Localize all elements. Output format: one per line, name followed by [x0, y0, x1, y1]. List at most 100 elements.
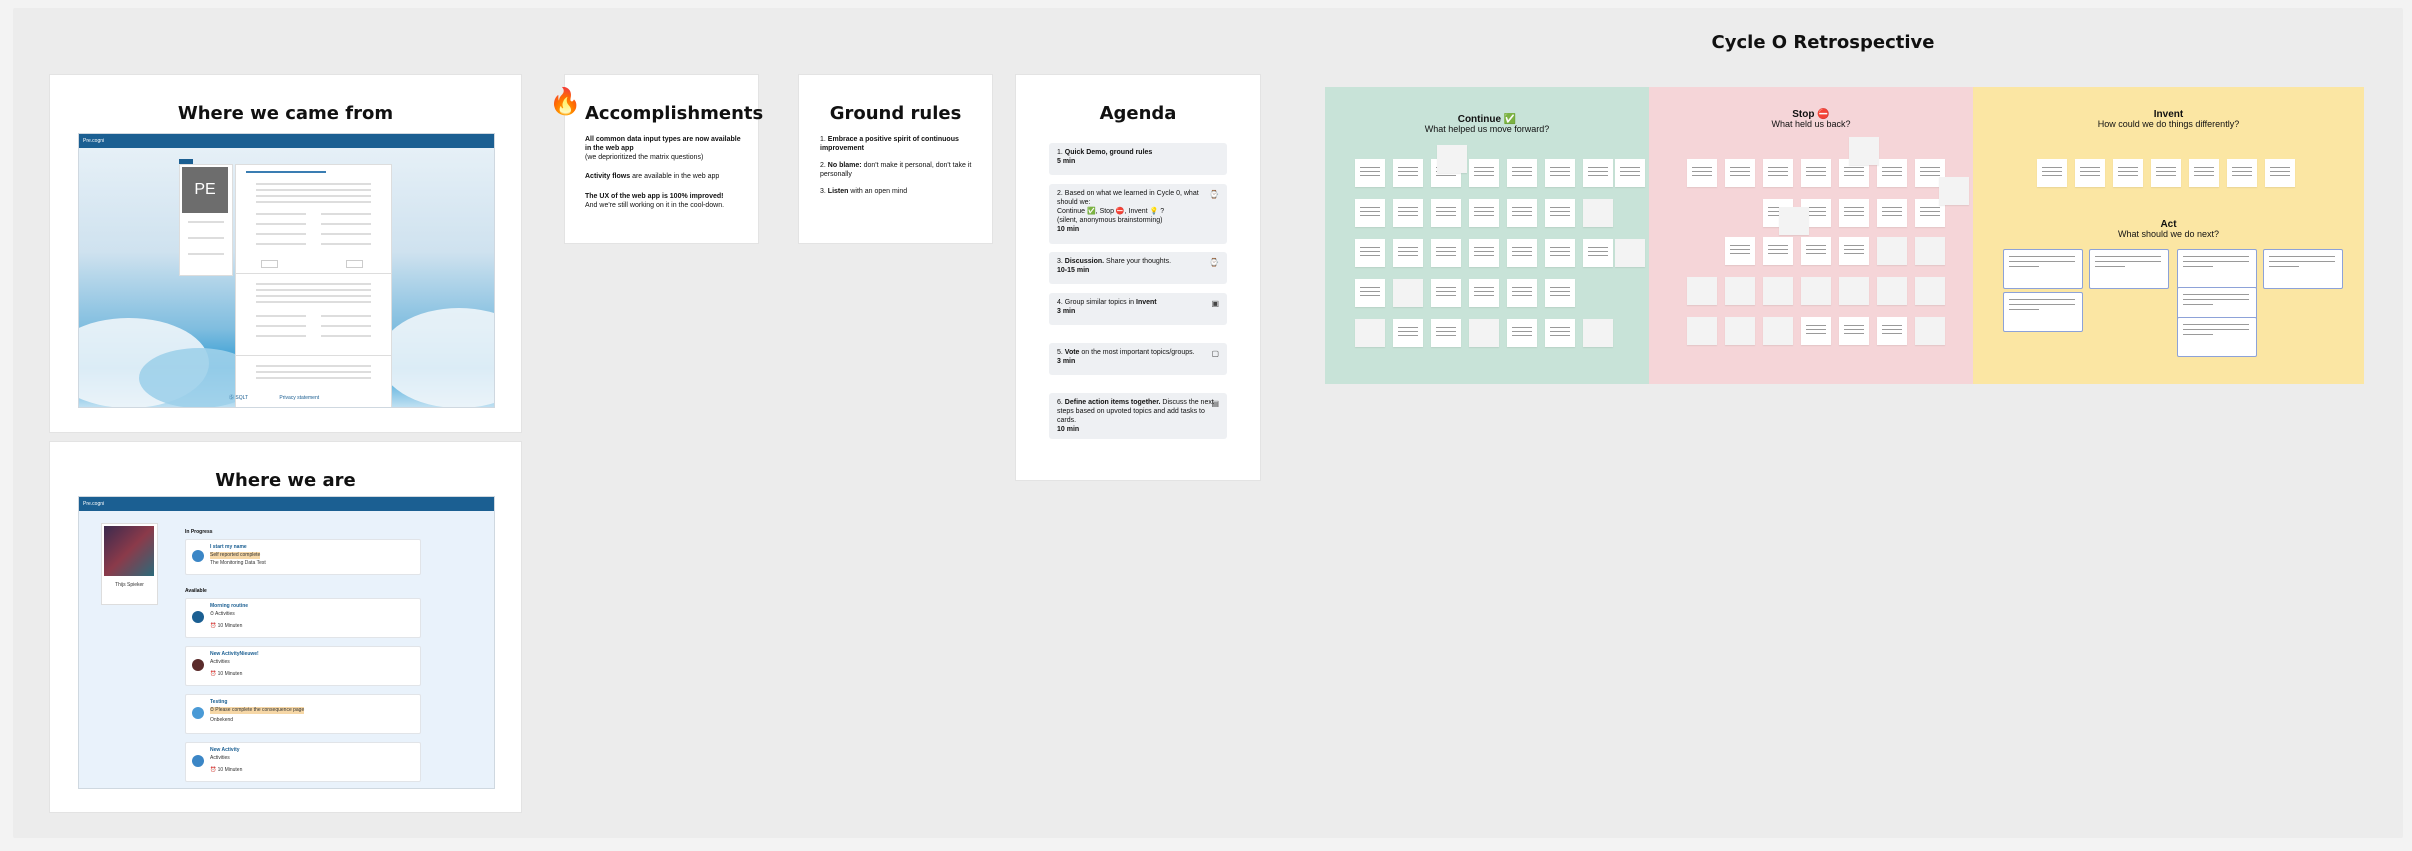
- sticky-note[interactable]: [1469, 199, 1499, 227]
- agenda-item[interactable]: 3. Discussion. Share your thoughts. 10-1…: [1049, 252, 1227, 284]
- sticky-note[interactable]: [1469, 279, 1499, 307]
- sticky-note[interactable]: [1545, 279, 1575, 307]
- sticky-note[interactable]: [1507, 239, 1537, 267]
- sticky-note[interactable]: [1355, 159, 1385, 187]
- sticky-note[interactable]: [1725, 277, 1755, 305]
- sticky-note[interactable]: [1545, 199, 1575, 227]
- sticky-note[interactable]: [1615, 159, 1645, 187]
- sticky-note[interactable]: [1763, 159, 1793, 187]
- sticky-note[interactable]: [1915, 317, 1945, 345]
- sticky-note[interactable]: [1393, 199, 1423, 227]
- agenda-item[interactable]: 2. Based on what we learned in Cycle 0, …: [1049, 184, 1227, 244]
- column-invent[interactable]: Invent How could we do things differentl…: [1973, 87, 2364, 384]
- sticky-note[interactable]: [2037, 159, 2067, 187]
- privacy-link[interactable]: Privacy statement: [279, 395, 319, 401]
- activity-card[interactable]: Testing ⏱ Please complete the consequenc…: [185, 694, 421, 734]
- agenda-item[interactable]: 6. Define action items together. Discuss…: [1049, 393, 1227, 439]
- sticky-note[interactable]: [1915, 237, 1945, 265]
- sticky-note[interactable]: [1725, 159, 1755, 187]
- sticky-note[interactable]: [1355, 319, 1385, 347]
- frame-agenda[interactable]: Agenda 1. Quick Demo, ground rules 5 min…: [1016, 75, 1260, 480]
- sticky-note[interactable]: [1437, 145, 1467, 173]
- sticky-note[interactable]: [2151, 159, 2181, 187]
- sticky-note[interactable]: [1469, 319, 1499, 347]
- sticky-note[interactable]: [1801, 317, 1831, 345]
- sticky-note[interactable]: [1583, 199, 1613, 227]
- sticky-note[interactable]: [1687, 277, 1717, 305]
- sticky-note[interactable]: [1545, 159, 1575, 187]
- frame-ground-rules[interactable]: Ground rules 1. Embrace a positive spiri…: [799, 75, 992, 243]
- sticky-note[interactable]: [1431, 239, 1461, 267]
- sticky-note[interactable]: [1355, 199, 1385, 227]
- sticky-note[interactable]: [1507, 159, 1537, 187]
- task-card[interactable]: [2177, 249, 2257, 289]
- sticky-note[interactable]: [2113, 159, 2143, 187]
- sticky-note[interactable]: [1469, 239, 1499, 267]
- sticky-note[interactable]: [1393, 319, 1423, 347]
- task-card[interactable]: [2089, 249, 2169, 289]
- sticky-note[interactable]: [1939, 177, 1969, 205]
- column-stop[interactable]: Stop ⛔ What held us back?: [1649, 87, 1973, 384]
- sticky-note[interactable]: [1393, 159, 1423, 187]
- agenda-item[interactable]: 4. Group similar topics in Invent 3 min …: [1049, 293, 1227, 325]
- activity-card[interactable]: Morning routine ⏱ Activities ⏰ 10 Minute…: [185, 598, 421, 638]
- sticky-note[interactable]: [1583, 239, 1613, 267]
- sticky-note[interactable]: [1431, 319, 1461, 347]
- sticky-note[interactable]: [1615, 239, 1645, 267]
- sticky-note[interactable]: [1583, 159, 1613, 187]
- sticky-note[interactable]: [1915, 277, 1945, 305]
- sticky-note[interactable]: [1877, 237, 1907, 265]
- activity-card[interactable]: New ActivityNieuwe! Activities ⏰ 10 Minu…: [185, 646, 421, 686]
- task-card[interactable]: [2263, 249, 2343, 289]
- sticky-note[interactable]: [1507, 279, 1537, 307]
- sticky-note[interactable]: [1763, 237, 1793, 265]
- activity-card[interactable]: New Activity Activities ⏰ 10 Minuten: [185, 742, 421, 782]
- sticky-note[interactable]: [2227, 159, 2257, 187]
- sticky-note[interactable]: [1839, 317, 1869, 345]
- sticky-note[interactable]: [1801, 159, 1831, 187]
- sticky-note[interactable]: [2265, 159, 2295, 187]
- sticky-note[interactable]: [1779, 207, 1809, 235]
- sticky-note[interactable]: [1545, 319, 1575, 347]
- activity-card[interactable]: I start my name Self reported complete T…: [185, 539, 421, 575]
- sticky-note[interactable]: [1877, 199, 1907, 227]
- sticky-note[interactable]: [1763, 317, 1793, 345]
- sticky-note[interactable]: [1725, 237, 1755, 265]
- sticky-note[interactable]: [1877, 317, 1907, 345]
- sticky-note[interactable]: [1687, 159, 1717, 187]
- task-card[interactable]: [2003, 292, 2083, 332]
- task-card[interactable]: [2177, 317, 2257, 357]
- sticky-note[interactable]: [1583, 319, 1613, 347]
- sticky-note[interactable]: [1763, 277, 1793, 305]
- sticky-note[interactable]: [1801, 277, 1831, 305]
- sticky-note[interactable]: [1839, 237, 1869, 265]
- sticky-note[interactable]: [1877, 159, 1907, 187]
- agenda-item[interactable]: 1. Quick Demo, ground rules 5 min: [1049, 143, 1227, 175]
- sticky-note[interactable]: [1431, 279, 1461, 307]
- sticky-note[interactable]: [1877, 277, 1907, 305]
- sticky-note[interactable]: [1849, 137, 1879, 165]
- frame-accomplishments[interactable]: 🔥 Accomplishments All common data input …: [549, 75, 763, 243]
- sticky-note[interactable]: [1431, 199, 1461, 227]
- sticky-note[interactable]: [1355, 239, 1385, 267]
- sticky-note[interactable]: [1507, 319, 1537, 347]
- sticky-note[interactable]: [1839, 277, 1869, 305]
- sticky-note[interactable]: [2189, 159, 2219, 187]
- sticky-note[interactable]: [1469, 159, 1499, 187]
- sticky-note[interactable]: [1687, 317, 1717, 345]
- sticky-note[interactable]: [1507, 199, 1537, 227]
- frame-where-we-are[interactable]: Where we are Pre.cogni Thijs Spieker In …: [50, 442, 521, 812]
- frame-where-we-came-from[interactable]: Where we came from Pre.cogni PE Ⓢ SQLT P…: [50, 75, 521, 432]
- sticky-note[interactable]: [1393, 239, 1423, 267]
- sticky-note[interactable]: [1355, 279, 1385, 307]
- sticky-note[interactable]: [2075, 159, 2105, 187]
- column-continue[interactable]: Continue ✅ What helped us move forward?: [1325, 87, 1649, 384]
- sticky-note[interactable]: [1801, 237, 1831, 265]
- whiteboard-canvas[interactable]: Where we came from Pre.cogni PE Ⓢ SQLT P…: [13, 8, 2403, 838]
- task-card[interactable]: [2003, 249, 2083, 289]
- sticky-note[interactable]: [1725, 317, 1755, 345]
- agenda-item[interactable]: 5. Vote on the most important topics/gro…: [1049, 343, 1227, 375]
- sticky-note[interactable]: [1839, 199, 1869, 227]
- sticky-note[interactable]: [1545, 239, 1575, 267]
- sticky-note[interactable]: [1393, 279, 1423, 307]
